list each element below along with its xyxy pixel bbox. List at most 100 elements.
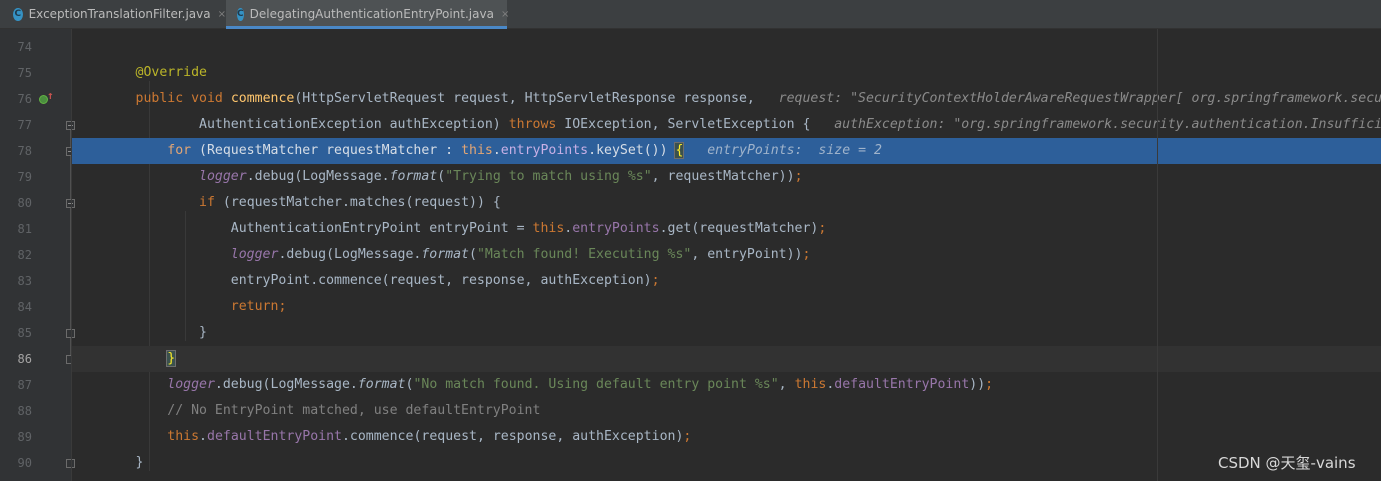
override-annotation: @Override [135,65,207,80]
static-method: format [421,247,469,262]
matched-brace: } [166,350,177,367]
keyword: return [230,299,279,314]
line-number[interactable]: 81 [0,216,32,242]
string-literal: "Trying to match using %s" [445,169,652,184]
line-number[interactable]: 87 [0,372,32,398]
string-literal: "No match found. Using default entry poi… [413,377,779,392]
code-line-74[interactable] [72,34,1381,60]
code-line-89[interactable]: this.defaultEntryPoint.commence(request,… [72,424,1381,450]
code-text: .debug(LogMessage. [214,377,358,392]
method-params: (HttpServletRequest request, HttpServlet… [294,91,755,106]
semicolon: ; [683,429,692,444]
code-text: (requestMatcher.matches(request)) { [214,195,501,210]
close-icon[interactable]: × [501,9,509,20]
line-number-current[interactable]: 86 [0,346,32,372]
watermark: CSDN @天玺-vains [1218,454,1356,472]
field-reference: entryPoints [500,143,589,158]
keyword: if [199,195,215,210]
code-text: ( [437,169,446,184]
code-line-80[interactable]: if (requestMatcher.matches(request)) { [72,190,1381,216]
line-number[interactable]: 79 [0,164,32,190]
code-line-88[interactable]: // No EntryPoint matched, use defaultEnt… [72,398,1381,424]
field-reference: defaultEntryPoint [834,377,970,392]
execution-point-line-78[interactable]: for (RequestMatcher requestMatcher : thi… [72,138,1381,164]
closing-brace: } [135,455,144,470]
line-number[interactable]: 83 [0,268,32,294]
override-arrow-icon: ↑ [47,89,54,102]
string-literal: "Match found! Executing %s" [476,247,692,262]
field-reference: entryPoints [572,221,660,236]
class-icon: C [13,7,23,21]
line-number[interactable]: 88 [0,398,32,424]
semicolon: ; [794,169,803,184]
field-reference: logger [199,169,247,184]
closing-brace: } [199,325,207,340]
code-text: .commence(request, response, authExcepti… [341,429,684,444]
code-line-81[interactable]: AuthenticationEntryPoint entryPoint = th… [72,216,1381,242]
semicolon: ; [802,247,811,262]
line-number[interactable]: 80 [0,190,32,216]
code-text: , requestMatcher)) [651,169,795,184]
code-text: entryPoint.commence(request, response, a… [230,273,652,288]
code-text: .debug(LogMessage. [278,247,422,262]
code-line-77[interactable]: AuthenticationException authException) t… [72,112,1381,138]
code-text: . [492,143,501,158]
tab-exception-translation-filter[interactable]: C ExceptionTranslationFilter.java × [0,0,226,28]
line-number[interactable]: 84 [0,294,32,320]
method-name: commence [230,91,295,106]
line-number[interactable]: 75 [0,60,32,86]
tab-delegating-authentication-entry-point[interactable]: C DelegatingAuthenticationEntryPoint.jav… [226,0,509,29]
code-line-76[interactable]: public void commence(HttpServletRequest … [72,86,1381,112]
debug-value-hint: request: "SecurityContextHolderAwareRequ… [778,91,1381,106]
code-text: .get(requestMatcher) [659,221,819,236]
line-number[interactable]: 76 [0,86,32,112]
line-number[interactable]: 82 [0,242,32,268]
tab-label: ExceptionTranslationFilter.java [28,7,211,21]
code-line-82[interactable]: logger.debug(LogMessage.format("Match fo… [72,242,1381,268]
line-comment: // No EntryPoint matched, use defaultEnt… [167,403,541,418]
keyword: for [167,143,192,158]
keyword: this [794,377,827,392]
code-text: . [199,429,207,444]
line-number[interactable]: 89 [0,424,32,450]
code-line-83[interactable]: entryPoint.commence(request, response, a… [72,268,1381,294]
code-text: IOException, ServletException { [556,117,811,132]
keyword: this [461,143,493,158]
field-reference: defaultEntryPoint [207,429,342,444]
code-line-90[interactable]: } [72,450,1381,476]
editor-gutter[interactable]: 74 75 76 77 78 79 80 81 82 83 84 85 86 8… [0,29,75,481]
right-margin-guide [1157,29,1158,481]
semicolon: ; [818,221,827,236]
debug-value-hint: entryPoints: size = 2 [683,143,882,158]
code-line-87[interactable]: logger.debug(LogMessage.format("No match… [72,372,1381,398]
code-line-85[interactable]: } [72,320,1381,346]
line-number[interactable]: 85 [0,320,32,346]
line-number[interactable]: 74 [0,34,32,60]
code-text: , [778,377,795,392]
keyword: throws [508,117,557,132]
keyword: this [167,429,200,444]
code-text: )) [969,377,986,392]
code-text: ( [469,247,477,262]
code-text: .keySet()) [588,143,676,158]
keyword: this [532,221,565,236]
line-number[interactable]: 78 [0,138,32,164]
field-reference: logger [167,377,215,392]
tab-label: DelegatingAuthenticationEntryPoint.java [249,7,494,21]
line-number[interactable]: 77 [0,112,32,138]
semicolon: ; [278,299,287,314]
static-method: format [389,169,438,184]
class-icon: C [237,7,244,21]
semicolon: ; [985,377,994,392]
code-line-75[interactable]: @Override [72,60,1381,86]
code-editor[interactable]: @Override public void commence(HttpServl… [72,29,1381,481]
code-text: , entryPoint)) [691,247,803,262]
code-text: AuthenticationEntryPoint entryPoint = [230,221,533,236]
close-icon[interactable]: × [218,9,226,20]
current-caret-line-86[interactable]: } [72,346,1381,372]
code-line-84[interactable]: return; [72,294,1381,320]
code-line-79[interactable]: logger.debug(LogMessage.format("Trying t… [72,164,1381,190]
code-text: .debug(LogMessage. [246,169,390,184]
editor-tab-bar: C ExceptionTranslationFilter.java × C De… [0,0,1381,29]
line-number[interactable]: 90 [0,450,32,476]
